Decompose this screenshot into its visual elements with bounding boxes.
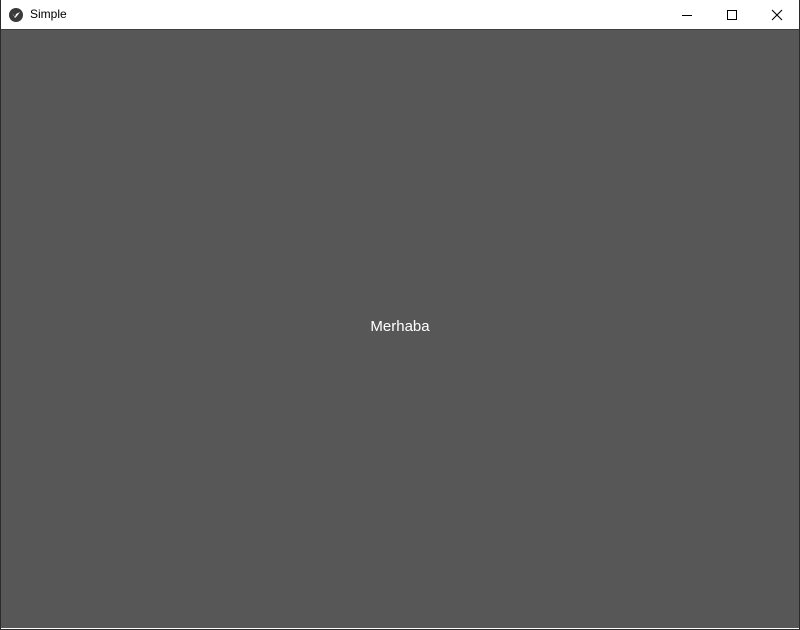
minimize-icon bbox=[681, 14, 692, 16]
title-bar[interactable]: Simple bbox=[1, 0, 799, 29]
close-icon bbox=[771, 9, 782, 20]
maximize-icon bbox=[726, 9, 737, 20]
app-window: Simple Merhaba bbox=[0, 0, 800, 630]
maximize-button[interactable] bbox=[709, 0, 754, 29]
main-canvas: Merhaba bbox=[1, 29, 799, 628]
minimize-button[interactable] bbox=[664, 0, 709, 29]
window-title: Simple bbox=[30, 7, 67, 21]
kivy-logo-icon bbox=[8, 7, 24, 23]
window-controls bbox=[664, 0, 799, 29]
greeting-label: Merhaba bbox=[370, 318, 430, 335]
close-button[interactable] bbox=[754, 0, 799, 29]
